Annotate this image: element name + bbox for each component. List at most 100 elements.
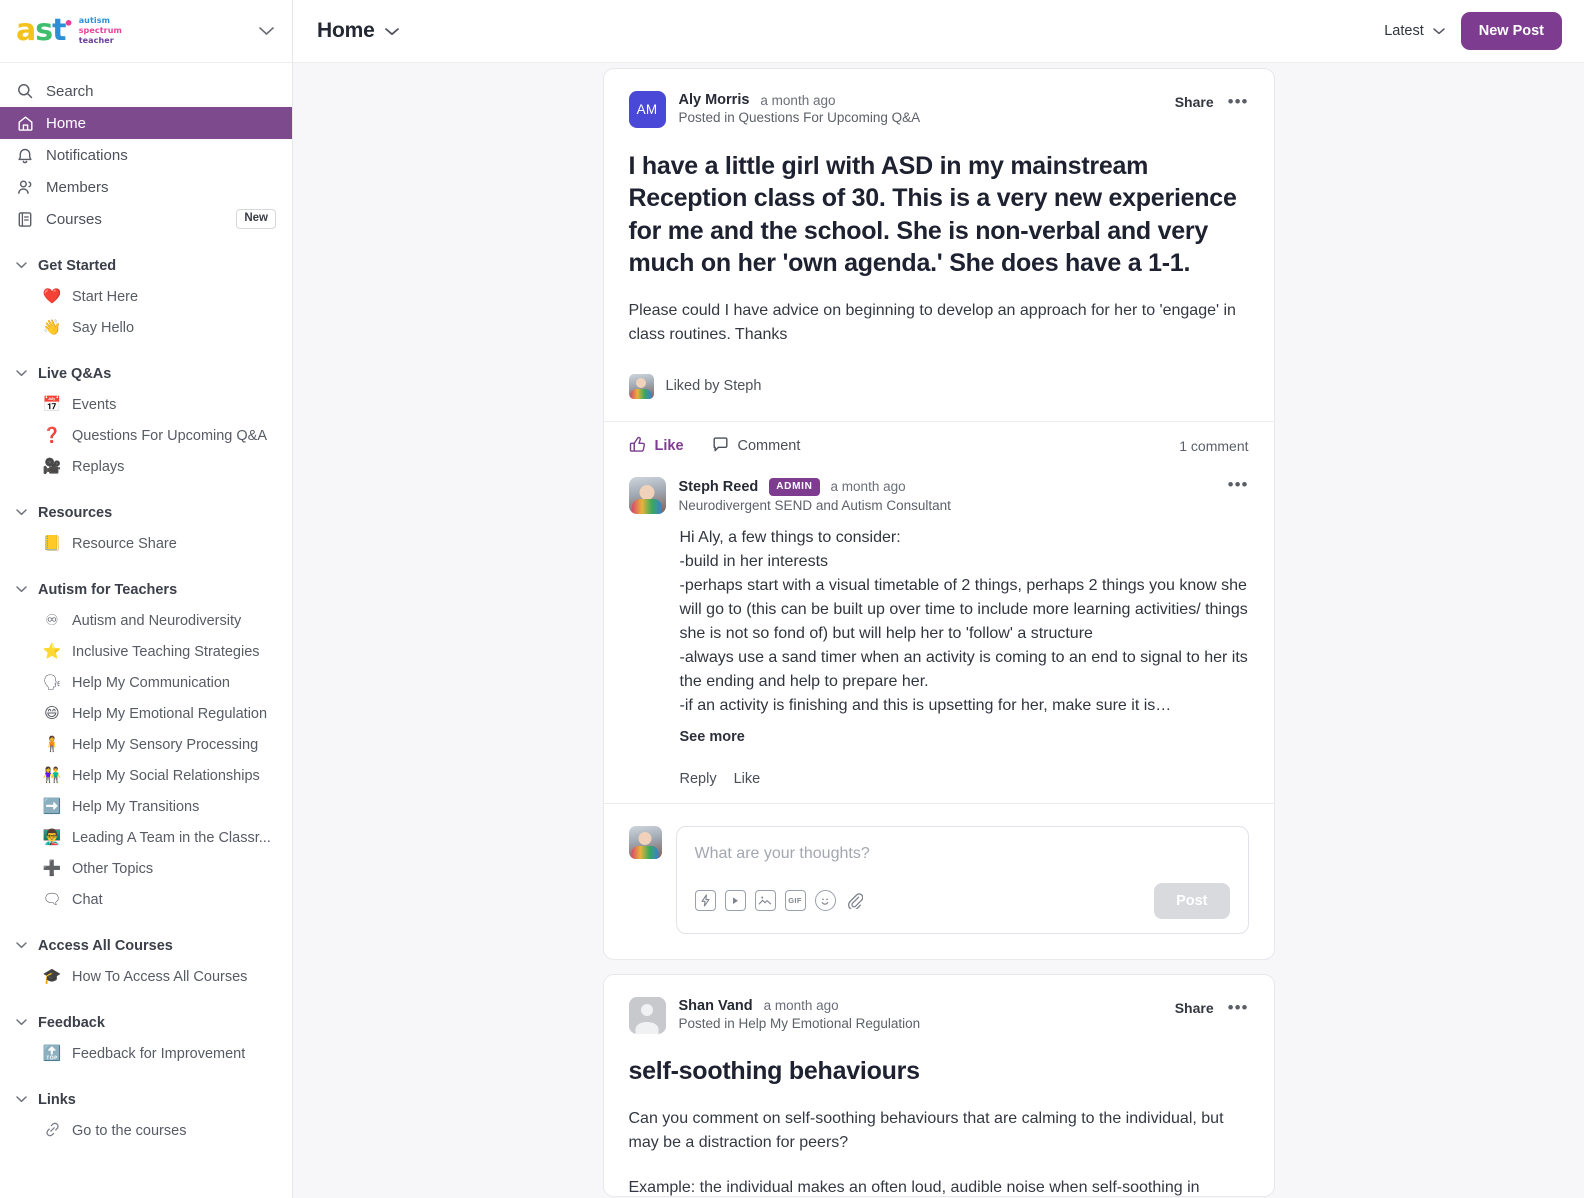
sidebar-item-go-to-the-courses[interactable]: Go to the courses <box>0 1115 292 1146</box>
post-title[interactable]: self-soothing behaviours <box>629 1055 1249 1087</box>
ast-logo[interactable]: a s t • autism spectrum teacher <box>16 15 122 47</box>
teacher-icon: 👨‍🏫 <box>42 828 62 846</box>
sidebar-item-events[interactable]: 📅 Events <box>0 389 292 420</box>
thumbs-up-icon <box>629 436 646 457</box>
sidebar-item-feedback-for-improvement[interactable]: 🔝 Feedback for Improvement <box>0 1038 292 1069</box>
sidebar-group-access-all-courses[interactable]: Access All Courses <box>0 931 292 961</box>
sidebar-item-courses[interactable]: Courses New <box>0 203 292 235</box>
liked-by-row[interactable]: Liked by Steph <box>628 348 1249 421</box>
sidebar-item-members[interactable]: Members <box>0 171 292 203</box>
sidebar-item-replays[interactable]: 🎥 Replays <box>0 451 292 482</box>
page-title-group[interactable]: Home <box>317 19 399 43</box>
comment-input[interactable] <box>694 844 1230 863</box>
comment-button[interactable]: Comment <box>712 436 800 457</box>
sidebar-item-chat[interactable]: 🗨 Chat <box>0 884 292 915</box>
sidebar-item-leading-a-team-in-the-classroom[interactable]: 👨‍🏫 Leading A Team in the Classr... <box>0 822 292 853</box>
post-author[interactable]: Shan Vand <box>679 998 753 1014</box>
sidebar-item-label: Events <box>72 396 117 413</box>
post-card: AM Aly Morris a month ago Posted in Ques… <box>602 68 1275 960</box>
post-comment-button[interactable]: Post <box>1154 882 1230 919</box>
ellipsis-icon[interactable]: ••• <box>1228 476 1249 493</box>
sidebar-item-autism-and-neurodiversity[interactable]: ♾ Autism and Neurodiversity <box>0 605 292 636</box>
sidebar-group-autism-for-teachers[interactable]: Autism for Teachers <box>0 575 292 605</box>
sidebar-item-label: Home <box>46 114 87 132</box>
sidebar-item-home[interactable]: Home <box>0 107 292 139</box>
sidebar-item-resource-share[interactable]: 📒 Resource Share <box>0 528 292 559</box>
infinity-icon: ♾ <box>45 611 59 629</box>
like-button[interactable]: Like <box>629 436 684 457</box>
post-header: AM Aly Morris a month ago Posted in Ques… <box>628 91 1249 128</box>
post-author[interactable]: Aly Morris <box>679 92 750 108</box>
sidebar-item-help-my-social-relationships[interactable]: 👫 Help My Social Relationships <box>0 760 292 791</box>
composer-box[interactable]: GIF Post <box>675 825 1249 934</box>
sidebar-item-other-topics[interactable]: ➕ Other Topics <box>0 853 292 884</box>
chevron-down-icon <box>16 1094 28 1106</box>
search-icon <box>16 83 34 99</box>
sidebar-item-label: Questions For Upcoming Q&A <box>72 427 268 444</box>
sidebar-item-help-my-emotional-regulation[interactable]: 😄 Help My Emotional Regulation <box>0 698 292 729</box>
sidebar-group-label: Live Q&As <box>38 366 112 382</box>
sidebar-item-label: Leading A Team in the Classr... <box>72 829 271 846</box>
see-more-button[interactable]: See more <box>680 729 1249 745</box>
comment-like-button[interactable]: Like <box>734 771 761 787</box>
comment-count[interactable]: 1 comment <box>1179 438 1248 454</box>
sidebar-item-how-to-access-all-courses[interactable]: 🎓 How To Access All Courses <box>0 961 292 992</box>
attachment-icon[interactable] <box>845 890 866 911</box>
graduation-cap-icon: 🎓 <box>42 967 62 985</box>
share-button[interactable]: Share <box>1175 1000 1214 1016</box>
post-feed[interactable]: AM Aly Morris a month ago Posted in Ques… <box>293 63 1584 1198</box>
avatar[interactable] <box>628 996 666 1034</box>
avatar[interactable]: AM <box>628 91 666 128</box>
sidebar-group-get-started[interactable]: Get Started <box>0 251 292 281</box>
sidebar: a s t • autism spectrum teacher Search H… <box>0 0 293 1198</box>
reply-button[interactable]: Reply <box>680 771 717 787</box>
sidebar-group-links[interactable]: Links <box>0 1085 292 1115</box>
sidebar-item-help-my-communication[interactable]: 🗣 Help My Communication <box>0 667 292 698</box>
sidebar-item-search[interactable]: Search <box>0 75 292 107</box>
sidebar-item-inclusive-teaching-strategies[interactable]: ⭐ Inclusive Teaching Strategies <box>0 636 292 667</box>
sidebar-item-notifications[interactable]: Notifications <box>0 139 292 171</box>
comment-meta-line: Steph Reed ADMIN a month ago <box>679 477 951 496</box>
ellipsis-icon[interactable]: ••• <box>1228 93 1249 110</box>
sort-dropdown[interactable]: Latest <box>1384 23 1445 39</box>
ellipsis-icon[interactable]: ••• <box>1228 999 1249 1016</box>
post-text-truncated: Example: the individual makes an often l… <box>628 1178 1200 1196</box>
sidebar-item-help-my-transitions[interactable]: ➡️ Help My Transitions <box>0 791 292 822</box>
image-icon[interactable] <box>754 890 776 912</box>
chevron-down-icon[interactable] <box>384 24 399 39</box>
avatar[interactable] <box>628 476 666 514</box>
sidebar-group-label: Feedback <box>38 1015 105 1031</box>
sidebar-item-questions-for-upcoming-qa[interactable]: ❓ Questions For Upcoming Q&A <box>0 420 292 451</box>
sidebar-group-feedback[interactable]: Feedback <box>0 1008 292 1038</box>
video-icon[interactable] <box>724 890 746 912</box>
sidebar-item-say-hello[interactable]: 👋 Say Hello <box>0 312 292 343</box>
sidebar-item-label: Inclusive Teaching Strategies <box>72 643 260 660</box>
sidebar-group-live-qas[interactable]: Live Q&As <box>0 359 292 389</box>
gif-icon[interactable]: GIF <box>784 890 806 912</box>
post-title[interactable]: I have a little girl with ASD in my main… <box>629 150 1249 279</box>
post-space[interactable]: Posted in Questions For Upcoming Q&A <box>679 110 921 125</box>
sidebar-item-help-my-sensory-processing[interactable]: 🧍 Help My Sensory Processing <box>0 729 292 760</box>
people-icon <box>16 179 34 195</box>
emoji-icon[interactable] <box>814 890 836 912</box>
lightning-icon[interactable] <box>694 890 716 912</box>
chevron-down-icon[interactable] <box>259 24 274 39</box>
grinning-face-icon: 😄 <box>44 704 60 722</box>
question-mark-icon: ❓ <box>42 426 62 444</box>
top-arrow-icon: 🔝 <box>42 1044 62 1062</box>
sidebar-item-label: Help My Social Relationships <box>72 767 260 784</box>
new-post-button[interactable]: New Post <box>1460 12 1562 50</box>
sidebar-group-label: Get Started <box>38 258 117 274</box>
chevron-down-icon <box>16 1017 28 1029</box>
speech-bubble-icon <box>712 436 729 457</box>
heart-icon: ❤️ <box>42 287 62 305</box>
page-title: Home <box>317 19 375 42</box>
sidebar-item-start-here[interactable]: ❤️ Start Here <box>0 281 292 312</box>
post-text: Can you comment on self-soothing behavio… <box>628 1109 1224 1152</box>
share-button[interactable]: Share <box>1175 94 1214 110</box>
post-space[interactable]: Posted in Help My Emotional Regulation <box>679 1016 921 1031</box>
star-icon: ⭐ <box>42 642 62 660</box>
sidebar-item-label: Resource Share <box>72 535 177 552</box>
sidebar-group-resources[interactable]: Resources <box>0 498 292 528</box>
comment-author[interactable]: Steph Reed <box>679 479 759 495</box>
